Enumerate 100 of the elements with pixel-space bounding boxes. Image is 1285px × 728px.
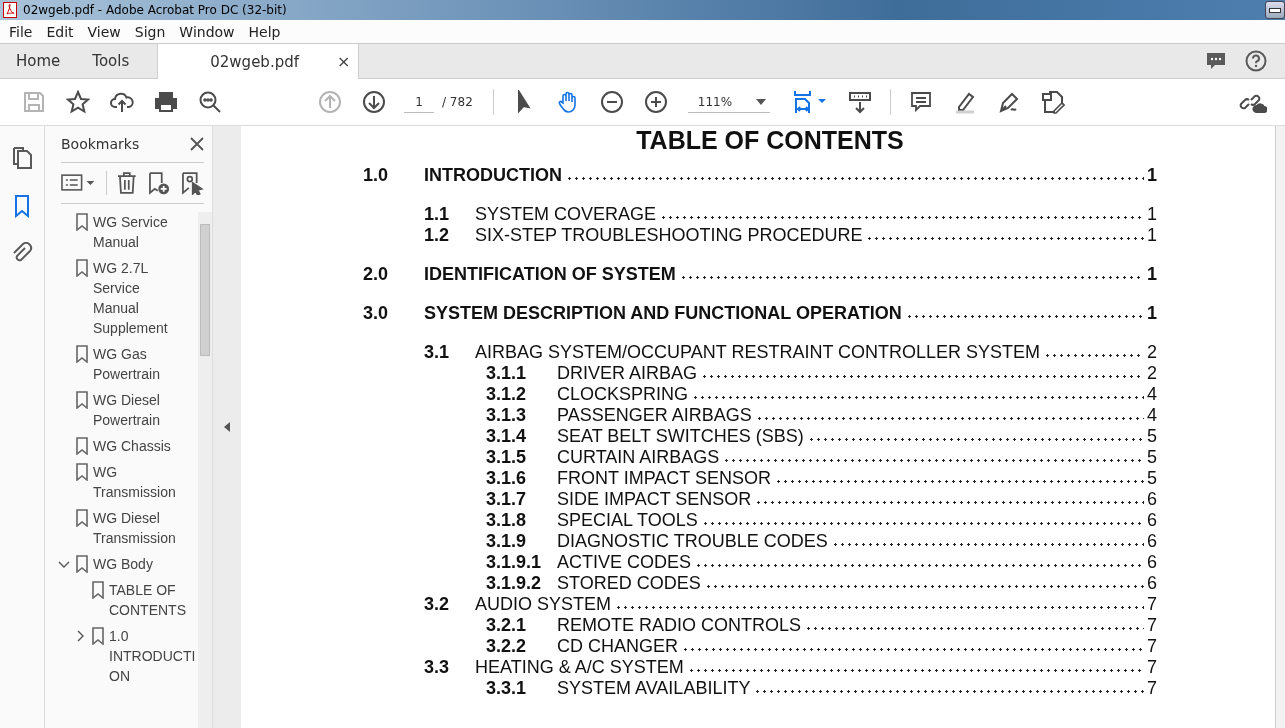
toc-entry[interactable]: SIDE IMPACT SENSOR [557,489,752,510]
add-bookmark-icon[interactable] [146,171,171,195]
bookmark-item[interactable]: WG Diesel Powertrain [93,390,181,430]
toc-entry[interactable]: INTRODUCTION [424,165,562,186]
menu-item[interactable]: Sign [127,23,173,40]
print-icon[interactable] [154,90,178,114]
toc-entry[interactable]: PASSENGER AIRBAGS [557,405,752,426]
toc-entry[interactable]: AIRBAG SYSTEM/OCCUPANT RESTRAINT CONTROLLER SYSTEM [475,342,1041,363]
toc-number: 3.2.2 [486,636,528,657]
comment-icon[interactable] [909,90,934,114]
toc-page-number: 5 [1147,426,1157,447]
toc-page-number: 7 [1147,615,1157,636]
toc-number: 3.1.9 [486,531,528,552]
toc-number: 1.1 [424,204,451,225]
edit-document-icon[interactable] [1041,90,1066,114]
zoom-in-icon[interactable] [643,90,668,114]
toc-page-number: 2 [1147,363,1157,384]
fit-width-icon[interactable] [793,90,828,114]
menu-item[interactable]: Edit [39,23,81,40]
toc-number: 1.0 [363,165,390,186]
tab[interactable]: Tools [76,44,146,78]
close-icon[interactable] [190,137,204,151]
toc-entry[interactable]: CD CHANGER [557,636,678,657]
toc-entry[interactable]: DIAGNOSTIC TROUBLE CODES [557,531,828,552]
collapse-arrow-icon[interactable] [224,422,230,432]
bookmark-item[interactable]: WG 2.7L Service Manual Supplement [93,258,181,338]
toc-entry[interactable]: SYSTEM COVERAGE [475,204,657,225]
bookmark-item[interactable]: WG Service Manual [93,212,181,252]
toc-entry[interactable]: HEATING & A/C SYSTEM [475,657,684,678]
toc-entry[interactable]: CLOCKSPRING [557,384,689,405]
bookmark-search-icon[interactable] [180,171,204,195]
menu-item[interactable]: File [2,23,40,40]
bookmark-icon [76,509,88,527]
options-list-icon[interactable] [61,173,97,193]
toc-number: 3.1.7 [486,489,528,510]
toc-entry[interactable]: STORED CODES [557,573,701,594]
scrollbar[interactable] [1275,126,1285,728]
bookmark-icon [76,391,88,409]
toc-entry[interactable]: FRONT IMPACT SENSOR [557,468,772,489]
toc-entry[interactable]: ACTIVE CODES [557,552,692,573]
close-tab-button[interactable]: × [336,52,351,71]
toc-entry[interactable]: AUDIO SYSTEM [475,594,612,615]
toc-entry[interactable]: SYSTEM DESCRIPTION AND FUNCTIONAL OPERATION [424,303,902,324]
page-number-field[interactable]: 1 [404,91,434,113]
trash-icon[interactable] [117,171,137,195]
scroll-icon[interactable] [848,90,873,114]
menu-item[interactable]: View [80,23,128,40]
bookmark-icon [76,555,88,573]
menu-item[interactable]: Window [172,23,242,40]
toc-page-number: 1 [1147,165,1157,186]
toc-page-number: 6 [1147,489,1157,510]
toc-entry[interactable]: SYSTEM AVAILABILITY [557,678,751,699]
toc-entry[interactable]: SPECIAL TOOLS [557,510,698,531]
toc-entry[interactable]: DRIVER AIRBAG [557,363,698,384]
tab[interactable]: 02wgeb.pdf × [157,44,360,79]
bookmark-item[interactable]: TABLE OF CONTENTS [109,580,197,620]
search-icon[interactable] [198,90,222,114]
bookmark-icon [76,259,88,277]
toc-page-number: 4 [1147,384,1157,405]
toc-page-number: 1 [1147,264,1157,285]
bookmark-icon [76,437,88,455]
toc-page-number: 6 [1147,531,1157,552]
toc-page-number: 7 [1147,594,1157,615]
bookmark-icon [76,463,88,481]
bookmark-item[interactable]: WG Gas Powertrain [93,344,181,384]
zoom-out-icon[interactable] [599,90,624,114]
scrollbar[interactable] [198,212,212,728]
toc-number: 1.2 [424,225,451,246]
star-icon[interactable] [66,90,90,114]
toc-number: 3.2 [424,594,451,615]
bookmark-item[interactable]: WG Chassis [93,436,181,456]
toc-entry[interactable]: SIX-STEP TROUBLESHOOTING PROCEDURE [475,225,863,246]
toc-entry[interactable]: CURTAIN AIRBAGS [557,447,720,468]
pages-icon[interactable] [11,146,33,170]
toc-page-number: 7 [1147,657,1157,678]
bookmark-item[interactable]: WG Transmission [93,462,181,502]
toc-page-number: 6 [1147,573,1157,594]
toc-entry[interactable]: SEAT BELT SWITCHES (SBS) [557,426,804,447]
toc-page-number: 7 [1147,678,1157,699]
help-icon[interactable] [1245,50,1267,72]
bookmark-item[interactable]: WG Body [93,554,181,574]
toc-number: 3.1.4 [486,426,528,447]
cloud-upload-icon[interactable] [110,90,134,114]
bookmark-icon [92,627,104,645]
toc-page-number: 1 [1147,225,1157,246]
zoom-dropdown[interactable]: 111% [687,91,771,113]
toc-number: 3.1.5 [486,447,528,468]
toc-entry[interactable]: REMOTE RADIO CONTROLS [557,615,802,636]
toc-entry[interactable]: IDENTIFICATION OF SYSTEM [424,264,676,285]
bookmark-item[interactable]: 1.0 INTRODUCTION [109,626,197,686]
toc-number: 3.2.1 [486,615,528,636]
bookmark-item[interactable]: WG Diesel Transmission [93,508,181,548]
tab[interactable]: Home [0,44,77,78]
toc-number: 3.1.9.2 [486,573,543,594]
menu-item[interactable]: Help [241,23,288,40]
caret-icon[interactable] [756,98,767,105]
chat-bubble-icon[interactable] [1205,50,1227,72]
minimize-button[interactable] [1265,1,1285,19]
toc-number: 3.3.1 [486,678,528,699]
window-title: 02wgeb.pdf - Adobe Acrobat Pro DC (32-bit) [23,3,287,17]
